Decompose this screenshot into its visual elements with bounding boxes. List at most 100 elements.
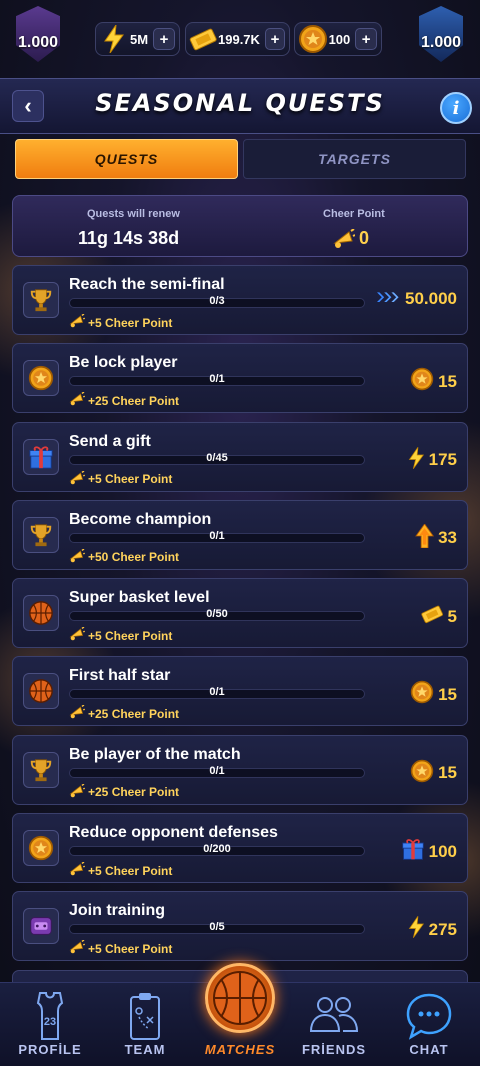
quest-reward-value: 50.000 [405,289,457,308]
quest-list: Reach the semi-final 0/3 +5 Cheer Point … [12,265,468,970]
rank-value: 1.000 [420,34,462,51]
nav-team[interactable]: TEAM [105,983,185,1066]
nav-friends[interactable]: FRİENDS [294,983,374,1066]
quest-reward-value: 100 [428,841,457,861]
quest-name: Join training [69,902,165,920]
back-button[interactable]: ‹ [12,90,44,122]
add-ticket-button[interactable]: + [264,28,285,50]
ticket-icon [188,23,218,55]
renew-countdown: 11g 14s 38d [78,228,180,248]
basketball-icon [23,673,59,710]
cheer-point-label: Cheer Point [323,208,385,220]
cheer-horn-icon [69,391,86,409]
quest-card[interactable]: Reach the semi-final 0/3 +5 Cheer Point … [12,265,468,335]
trophy-icon [23,516,59,553]
quest-reward: 100 [401,837,457,866]
quest-reward: 15 [410,367,457,396]
xp-arrows-icon [377,289,401,309]
tab-targets[interactable]: TARGETS [243,139,466,179]
ticket-value: 199.7K [218,31,260,47]
quest-cheer-points: +25 Cheer Point [69,391,179,409]
quest-card[interactable]: Super basket level 0/50 +5 Cheer Point 5 [12,578,468,649]
page-header: ‹ SEASONAL QUESTS i [0,78,480,134]
cheer-point-value: 0 [359,228,370,248]
quest-name: Reach the semi-final [69,276,225,293]
basketball-icon [23,595,59,632]
jersey-number: 23 [44,1016,56,1028]
quest-reward: 15 [410,680,457,709]
quest-card[interactable]: Be lock player 0/1 +25 Cheer Point 15 [12,343,468,414]
top-bar: 1.000 5M + 199.7K + 100 + 1.000 [0,0,480,78]
quest-card[interactable]: Become champion 0/1 +50 Cheer Point 33 [12,499,468,570]
quest-name: Be player of the match [69,745,241,763]
training-icon [23,908,59,945]
nav-label: CHAT [409,1042,449,1057]
clipboard-icon [130,993,160,1040]
basketball-icon [213,971,267,1025]
ticket-icon [420,602,444,631]
coin-icon [410,367,434,396]
quest-cheer-points: +25 Cheer Point [69,704,180,722]
quest-cheer-label: +25 Cheer Point [88,785,180,800]
quest-cheer-points: +50 Cheer Point [69,548,179,566]
quest-progress-text: 0/3 [209,295,225,307]
quest-reward: 50.000 [377,289,457,309]
quest-name: First half star [69,667,171,685]
nav-label: PROFİLE [18,1042,82,1057]
quest-reward: 275 [408,915,457,944]
matches-ball-button[interactable] [205,963,275,1033]
friends-icon [309,997,359,1032]
ticket-counter: 199.7K + [185,22,290,56]
jersey-icon: 23 [36,992,64,1040]
cheer-horn-icon [69,313,86,331]
gift-icon [23,438,59,475]
tab-quests[interactable]: QUESTS [15,139,238,179]
quest-reward: 175 [408,446,457,475]
quest-card[interactable]: Join training 0/5 +5 Cheer Point 275 [12,891,468,962]
cheer-horn-icon [69,470,86,488]
arrow-up-icon [415,523,434,553]
rank-badge-left[interactable]: 1.000 [8,6,68,72]
quest-reward-value: 15 [438,371,457,391]
quest-reward-value: 15 [438,684,457,704]
nav-label: TEAM [124,1042,166,1057]
coin-icon [410,680,434,709]
quest-reward-value: 275 [428,919,457,939]
tab-bar: QUESTS TARGETS [12,139,468,179]
add-coin-button[interactable]: + [355,28,377,50]
quest-cheer-points: +25 Cheer Point [69,783,180,801]
quest-cheer-points: +5 Cheer Point [69,939,173,957]
add-energy-button[interactable]: + [153,28,175,50]
renew-label: Quests will renew [87,208,180,220]
quest-reward: 5 [420,602,457,631]
quest-progress-text: 0/45 [206,451,228,464]
quest-progress-text: 0/50 [206,608,228,621]
quest-cheer-label: +5 Cheer Point [88,628,173,643]
quest-card[interactable]: Reduce opponent defenses 0/200 +5 Cheer … [12,813,468,884]
quest-cheer-label: +25 Cheer Point [88,706,180,721]
lightning-icon [408,915,425,944]
chat-icon [406,993,452,1040]
cheer-horn-icon [69,626,86,644]
rank-badge-right[interactable]: 1.000 [411,6,471,72]
quest-card[interactable]: Be player of the match 0/1 +25 Cheer Poi… [12,734,468,805]
nav-label: FRİENDS [301,1042,367,1057]
quest-cheer-label: +5 Cheer Point [88,315,173,330]
quest-progress-text: 0/1 [209,686,225,699]
quest-cheer-label: +5 Cheer Point [88,863,173,878]
quest-reward-value: 175 [428,450,457,470]
coin-icon [297,23,329,55]
quest-cheer-points: +5 Cheer Point [69,313,173,331]
info-button[interactable]: i [440,92,472,124]
quest-cheer-label: +5 Cheer Point [88,941,173,956]
coin-icon [410,759,434,788]
quest-progress-text: 0/1 [209,373,225,386]
cheer-point-total: 0 [333,228,369,249]
nav-profile[interactable]: 23 PROFİLE [10,983,90,1066]
quest-card[interactable]: Send a gift 0/45 +5 Cheer Point 175 [12,421,468,492]
cheer-horn-icon [69,548,86,566]
coin-counter: 100 + [294,22,382,56]
nav-chat[interactable]: CHAT [389,983,469,1066]
trophy-icon [23,751,59,788]
quest-card[interactable]: First half star 0/1 +25 Cheer Point 15 [12,656,468,727]
